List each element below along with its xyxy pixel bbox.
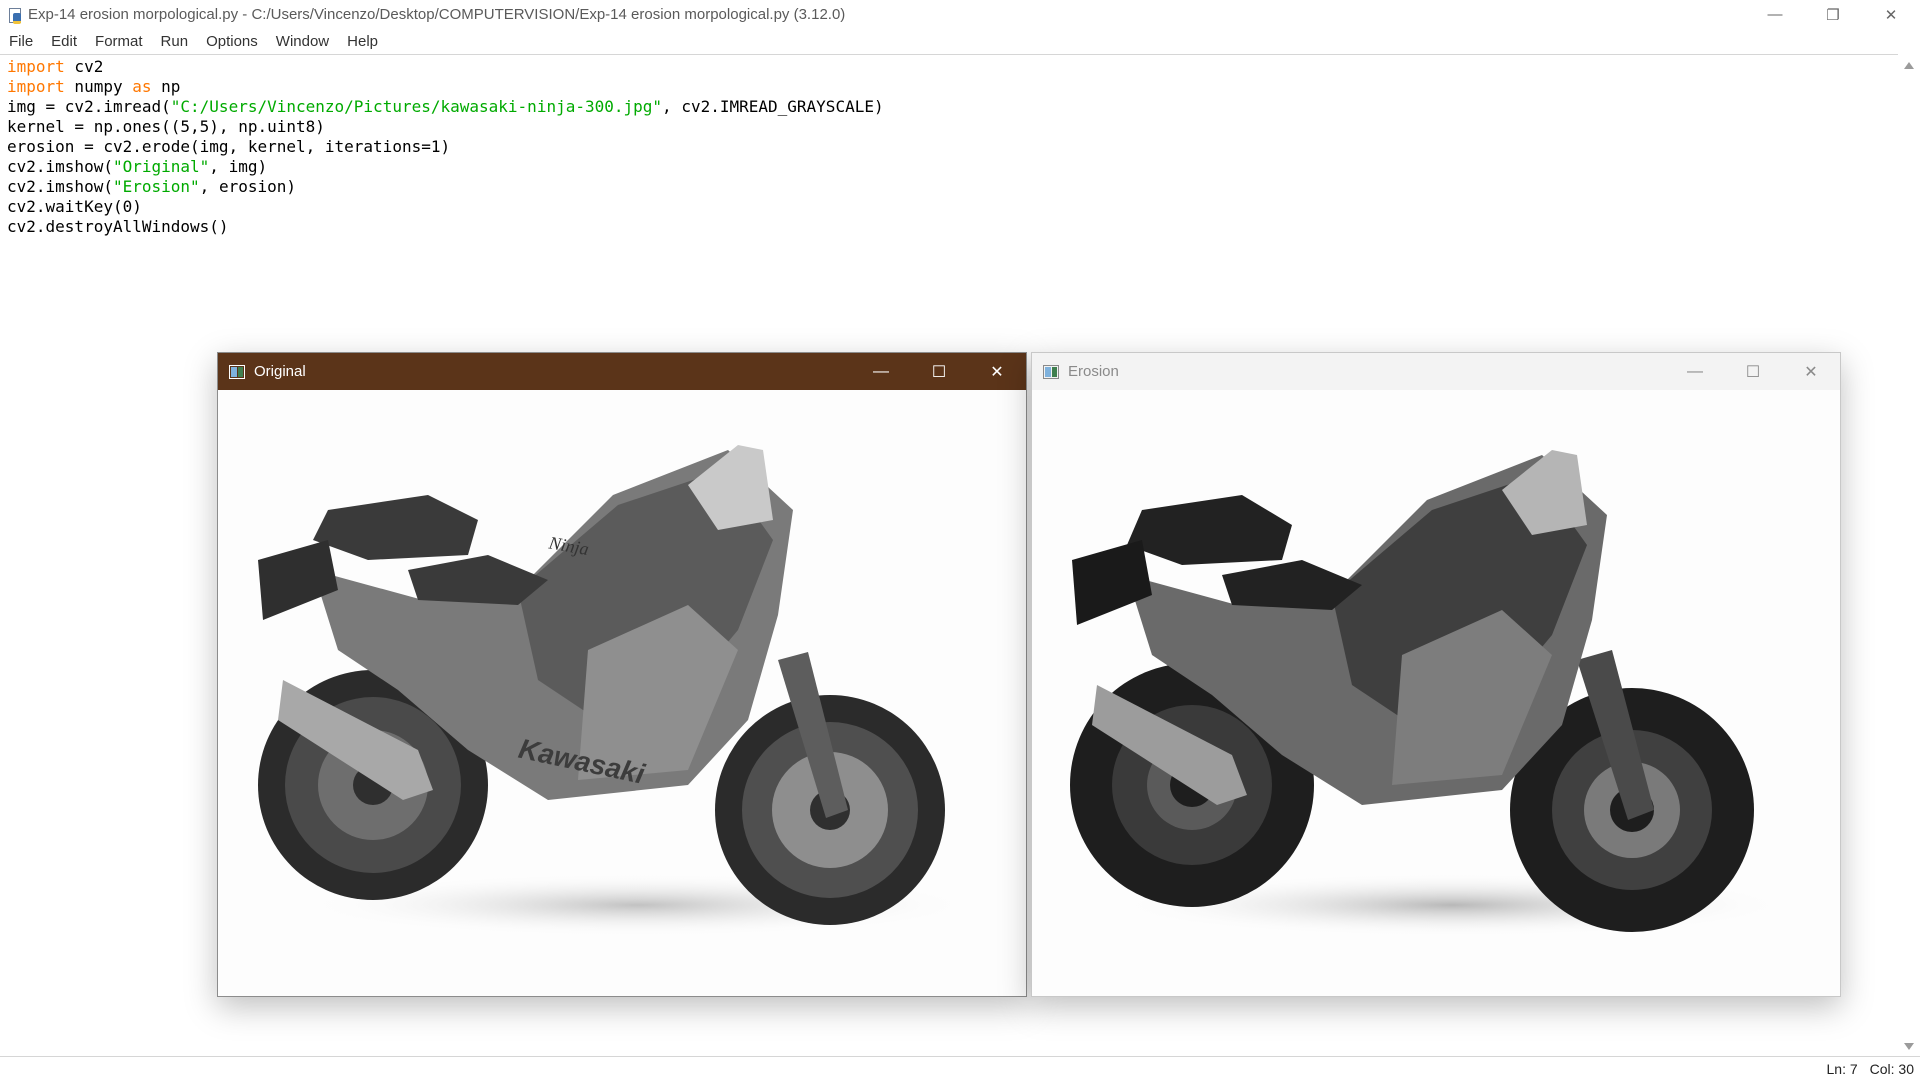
- menu-options[interactable]: Options: [197, 29, 267, 54]
- code-line[interactable]: img = cv2.imread("C:/Users/Vincenzo/Pict…: [7, 97, 884, 117]
- status-bar: Ln: 7 Col: 30: [0, 1056, 1920, 1081]
- code-token: np: [151, 77, 181, 96]
- vertical-scrollbar[interactable]: [1898, 54, 1920, 1056]
- minimize-icon: —: [1767, 6, 1783, 23]
- menu-edit[interactable]: Edit: [42, 29, 86, 54]
- code-line[interactable]: import cv2: [7, 57, 884, 77]
- code-token: cv2.imshow(: [7, 157, 113, 176]
- original-title-bar[interactable]: Original — ☐ ✕: [218, 353, 1026, 390]
- original-image: Kawasaki Ninja: [218, 390, 1026, 996]
- cursor-column: Col: 30: [1869, 1061, 1914, 1077]
- scroll-down-icon[interactable]: [1904, 1043, 1914, 1050]
- code-token: cv2: [64, 57, 104, 76]
- code-string: "Original": [112, 157, 210, 176]
- scroll-up-icon[interactable]: [1904, 62, 1914, 69]
- code-line[interactable]: cv2.waitKey(0): [7, 197, 884, 217]
- editor-title-bar[interactable]: Exp-14 erosion morpological.py - C:/User…: [0, 0, 1920, 29]
- erosion-image: [1032, 390, 1840, 996]
- code-line[interactable]: cv2.destroyAllWindows(): [7, 217, 884, 237]
- erosion-maximize-button[interactable]: ☐: [1724, 353, 1782, 390]
- minimize-icon: —: [873, 362, 889, 380]
- opencv-window-icon: [1043, 364, 1059, 379]
- code-keyword: as: [132, 77, 152, 96]
- menu-window[interactable]: Window: [267, 29, 338, 54]
- original-window-controls: — ☐ ✕: [852, 353, 1026, 390]
- menu-format[interactable]: Format: [86, 29, 152, 54]
- original-close-button[interactable]: ✕: [968, 353, 1026, 390]
- maximize-icon: ☐: [1745, 363, 1761, 381]
- code-token: cv2.imshow(: [7, 177, 113, 196]
- erosion-close-button[interactable]: ✕: [1782, 353, 1840, 390]
- original-window-title: Original: [254, 363, 306, 380]
- code-token: erosion = cv2.erode(img, kernel, iterati…: [7, 137, 451, 156]
- menu-bar: File Edit Format Run Options Window Help: [0, 29, 1920, 54]
- erosion-window-controls: — ☐ ✕: [1666, 353, 1840, 390]
- window-controls: — ❐ ✕: [1746, 0, 1920, 29]
- code-token: numpy: [64, 77, 133, 96]
- close-icon: ✕: [1804, 363, 1818, 381]
- erosion-minimize-button[interactable]: —: [1666, 353, 1724, 390]
- code-string: "Erosion": [112, 177, 200, 196]
- code-line[interactable]: erosion = cv2.erode(img, kernel, iterati…: [7, 137, 884, 157]
- original-minimize-button[interactable]: —: [852, 353, 910, 390]
- code-text[interactable]: import cv2 import numpy as np img = cv2.im…: [7, 57, 884, 237]
- code-keyword: import: [7, 57, 65, 76]
- code-token: cv2.waitKey(0): [7, 197, 142, 216]
- minimize-icon: —: [1687, 362, 1703, 380]
- code-token: , erosion): [199, 177, 296, 196]
- menu-file[interactable]: File: [0, 29, 42, 54]
- original-maximize-button[interactable]: ☐: [910, 353, 968, 390]
- menu-run[interactable]: Run: [152, 29, 198, 54]
- erosion-image-window[interactable]: Erosion — ☐ ✕: [1031, 352, 1841, 997]
- minimize-button[interactable]: —: [1746, 0, 1804, 29]
- cursor-line: Ln: 7: [1826, 1061, 1858, 1077]
- code-line[interactable]: kernel = np.ones((5,5), np.uint8): [7, 117, 884, 137]
- original-image-window[interactable]: Original — ☐ ✕ Kawasaki Ninja: [217, 352, 1027, 997]
- code-token: cv2.destroyAllWindows(): [7, 217, 229, 236]
- code-line[interactable]: import numpy as np: [7, 77, 884, 97]
- code-string: "C:/Users/Vincenzo/Pictures/kawasaki-nin…: [170, 97, 663, 116]
- code-token: , cv2.IMREAD_GRAYSCALE): [662, 97, 884, 116]
- close-icon: ✕: [1884, 6, 1898, 24]
- code-line[interactable]: cv2.imshow("Erosion", erosion): [7, 177, 884, 197]
- code-token: , img): [209, 157, 268, 176]
- opencv-window-icon: [229, 364, 245, 379]
- erosion-window-title: Erosion: [1068, 363, 1119, 380]
- maximize-icon: ☐: [931, 363, 947, 381]
- code-token: img = cv2.imread(: [7, 97, 171, 116]
- python-file-icon: [8, 7, 22, 24]
- restore-button[interactable]: ❐: [1804, 0, 1862, 29]
- code-line[interactable]: cv2.imshow("Original", img): [7, 157, 884, 177]
- erosion-title-bar[interactable]: Erosion — ☐ ✕: [1032, 353, 1840, 390]
- menu-help[interactable]: Help: [338, 29, 387, 54]
- restore-icon: ❐: [1826, 6, 1840, 24]
- code-token: kernel = np.ones((5,5), np.uint8): [7, 117, 325, 136]
- close-button[interactable]: ✕: [1862, 0, 1920, 29]
- window-title: Exp-14 erosion morpological.py - C:/User…: [28, 6, 846, 23]
- code-keyword: import: [7, 77, 65, 96]
- close-icon: ✕: [990, 363, 1004, 381]
